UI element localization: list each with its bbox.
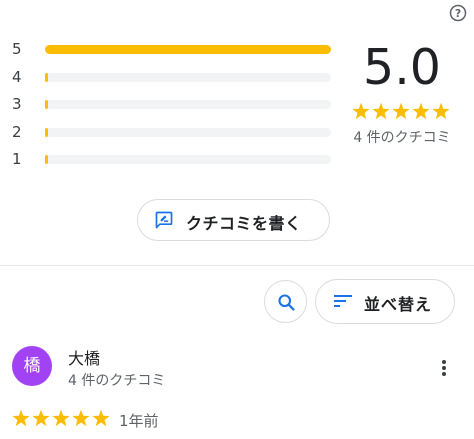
star-icon <box>392 102 410 120</box>
rating-bar-label: 1 <box>12 150 22 168</box>
average-score: 5.0 <box>363 39 441 96</box>
rate-review-icon <box>155 211 173 229</box>
rating-bar-label: 2 <box>12 122 22 141</box>
more-options-icon[interactable] <box>432 356 456 380</box>
rating-bar-fill <box>45 100 48 109</box>
rating-bar-label: 3 <box>12 95 22 113</box>
star-icon <box>12 409 30 427</box>
star-icon <box>352 102 370 120</box>
rating-bar-track <box>45 155 331 164</box>
rating-bar-row: 1 <box>12 150 331 168</box>
review-date: 1年前 <box>119 412 159 430</box>
rating-bar-track <box>45 72 331 82</box>
rating-bar-fill <box>45 127 48 137</box>
rating-bar-fill <box>45 45 331 54</box>
average-stars <box>352 102 452 122</box>
rating-bar-row: 2 <box>12 122 331 141</box>
help-icon[interactable]: ? <box>449 4 467 22</box>
review-stars <box>12 409 112 427</box>
rating-bar-row: 5 <box>12 40 331 58</box>
write-review-label: クチコミを書く <box>186 214 302 233</box>
search-icon <box>278 294 295 311</box>
reviewer-review-count: 4 件のクチコミ <box>68 373 166 389</box>
star-icon <box>52 409 70 427</box>
star-row <box>352 102 450 120</box>
search-reviews-button[interactable] <box>264 280 307 323</box>
rating-bar-fill <box>45 155 48 164</box>
reviewer-avatar[interactable]: 橋 <box>12 346 52 386</box>
rating-bar-label: 5 <box>12 40 22 58</box>
rating-bar-track <box>45 45 331 54</box>
star-icon <box>372 102 390 120</box>
sort-label: 並べ替え <box>364 295 433 314</box>
star-icon <box>32 409 50 427</box>
rating-bar-fill <box>45 72 48 82</box>
star-icon <box>412 102 430 120</box>
rating-bar-row: 3 <box>12 95 331 113</box>
svg-text:?: ? <box>455 8 461 20</box>
rating-bar-track <box>45 127 331 137</box>
sort-button[interactable]: 並べ替え <box>315 279 455 324</box>
rating-bar-row: 4 <box>12 67 331 86</box>
section-divider <box>0 265 474 266</box>
star-icon <box>72 409 90 427</box>
rating-bar-track <box>45 100 331 109</box>
write-review-button[interactable]: クチコミを書く <box>137 199 330 241</box>
star-icon <box>92 409 110 427</box>
star-icon <box>432 102 450 120</box>
star-row <box>12 409 110 427</box>
sort-icon <box>334 295 352 307</box>
rating-bar-label: 4 <box>12 67 22 86</box>
reviewer-name[interactable]: 大橋 <box>68 345 100 369</box>
total-review-count: 4 件のクチコミ <box>353 130 451 146</box>
